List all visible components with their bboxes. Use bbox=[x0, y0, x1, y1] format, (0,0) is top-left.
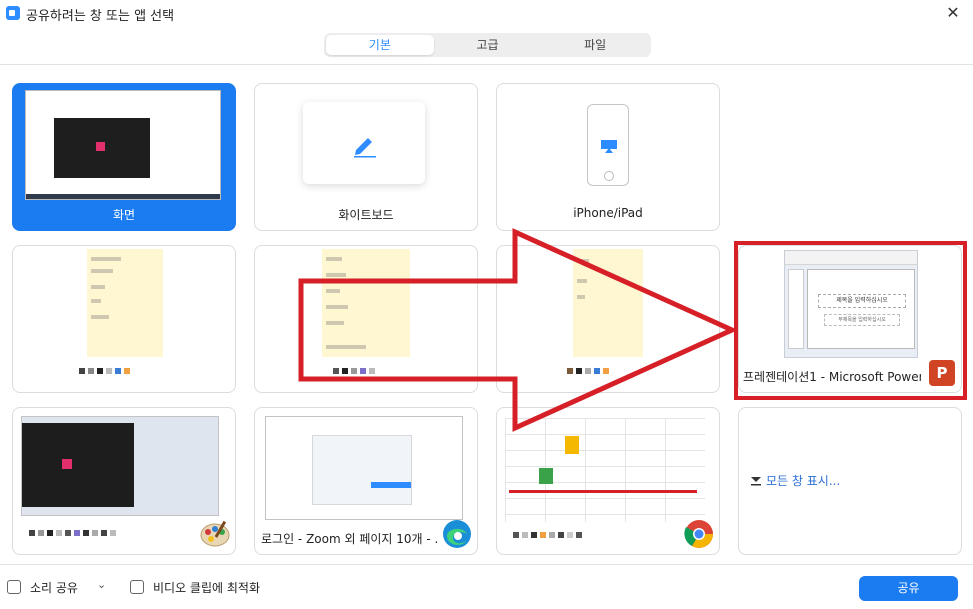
card-whiteboard-label: 화이트보드 bbox=[338, 208, 394, 222]
share-sound-checkbox[interactable] bbox=[7, 580, 21, 594]
blurred-line bbox=[326, 273, 346, 277]
sheet-red-line bbox=[509, 490, 697, 493]
blurred-line bbox=[326, 345, 366, 349]
paint-preview bbox=[21, 416, 219, 516]
paint-preview-dark bbox=[22, 423, 134, 507]
blurred-line bbox=[91, 269, 113, 273]
slide-subtitle-placeholder: 부제목을 입력하십시오 bbox=[824, 314, 900, 326]
airplay-icon bbox=[601, 140, 617, 153]
show-all-label: 모든 창 표시... bbox=[766, 474, 841, 488]
top-divider bbox=[0, 64, 973, 65]
blurred-title bbox=[333, 368, 375, 374]
screen-preview-taskbar bbox=[26, 194, 220, 199]
card-edge-label: 로그인 - Zoom 외 페이지 10개 - ... bbox=[261, 532, 437, 546]
blurred-line bbox=[577, 295, 585, 299]
edge-preview-button bbox=[371, 482, 411, 488]
card-window-edge[interactable]: 로그인 - Zoom 외 페이지 10개 - ... bbox=[254, 407, 478, 555]
blurred-line bbox=[326, 257, 342, 261]
blurred-line bbox=[577, 279, 587, 283]
share-button[interactable]: 공유 bbox=[859, 576, 958, 601]
doc-thumbnail-3 bbox=[573, 249, 643, 357]
window-title: 공유하려는 창 또는 앱 선택 bbox=[26, 9, 175, 24]
tab-advanced[interactable]: 고급 bbox=[434, 35, 542, 55]
screen-preview-avatar bbox=[96, 142, 105, 151]
share-tabs: 기본 고급 파일 bbox=[324, 33, 651, 57]
pencil-icon bbox=[354, 138, 376, 158]
card-window-doc-3[interactable] bbox=[496, 245, 720, 393]
spreadsheet-grid bbox=[505, 418, 705, 522]
card-powerpoint[interactable]: 제목을 입력하십시오 부제목을 입력하십시오 프레젠테이션1 - Microso… bbox=[738, 245, 962, 393]
powerpoint-preview: 제목을 입력하십시오 부제목을 입력하십시오 bbox=[784, 250, 918, 358]
card-whiteboard[interactable]: 화이트보드 bbox=[254, 83, 478, 231]
optimize-video-label: 비디오 클립에 최적화 bbox=[153, 581, 260, 595]
card-window-paint[interactable] bbox=[12, 407, 236, 555]
sheet-cell-yellow bbox=[565, 436, 579, 454]
slide-title-placeholder: 제목을 입력하십시오 bbox=[818, 294, 906, 308]
powerpoint-slide-panel bbox=[788, 269, 804, 349]
phone-icon bbox=[587, 104, 629, 186]
chevron-down-icon[interactable]: ⌄ bbox=[97, 578, 106, 591]
screen-preview-dark bbox=[54, 118, 150, 178]
expand-down-icon bbox=[751, 477, 761, 486]
powerpoint-slide: 제목을 입력하십시오 부제목을 입력하십시오 bbox=[807, 269, 915, 349]
chrome-preview bbox=[505, 418, 705, 522]
card-screen[interactable]: 화면 bbox=[12, 83, 236, 231]
blurred-line bbox=[577, 259, 589, 263]
blurred-line bbox=[326, 321, 344, 325]
powerpoint-icon: P bbox=[929, 360, 955, 386]
doc-thumbnail-1 bbox=[87, 249, 163, 357]
zoom-app-icon bbox=[6, 6, 20, 20]
doc-thumbnail-2 bbox=[322, 249, 410, 357]
edge-preview bbox=[265, 416, 463, 520]
share-sound-label: 소리 공유 bbox=[30, 581, 78, 595]
card-window-doc-1[interactable] bbox=[12, 245, 236, 393]
card-screen-label: 화면 bbox=[112, 208, 136, 222]
close-button[interactable]: ✕ bbox=[933, 0, 973, 26]
powerpoint-ribbon bbox=[785, 251, 917, 265]
tab-basic[interactable]: 기본 bbox=[326, 35, 434, 55]
chrome-icon bbox=[684, 520, 713, 548]
share-window: 공유하려는 창 또는 앱 선택 ✕ 기본 고급 파일 화면 화이트보드 iPho… bbox=[0, 0, 973, 609]
screen-preview bbox=[25, 90, 221, 200]
card-window-chrome[interactable] bbox=[496, 407, 720, 555]
blurred-line bbox=[91, 299, 101, 303]
tab-files[interactable]: 파일 bbox=[541, 35, 649, 55]
card-window-doc-2[interactable] bbox=[254, 245, 478, 393]
blurred-title bbox=[513, 532, 582, 538]
blurred-line bbox=[326, 305, 348, 309]
paint-icon bbox=[200, 520, 230, 547]
blurred-line bbox=[91, 257, 121, 261]
blurred-line bbox=[326, 289, 340, 293]
optimize-video-checkbox[interactable] bbox=[130, 580, 144, 594]
bottom-divider bbox=[0, 564, 973, 565]
blurred-title bbox=[79, 368, 130, 374]
card-powerpoint-label: 프레젠테이션1 - Microsoft Power... bbox=[743, 370, 921, 384]
paint-preview-avatar bbox=[62, 459, 72, 469]
blurred-line bbox=[91, 315, 109, 319]
card-iphone-label: iPhone/iPad bbox=[573, 206, 643, 220]
blurred-title bbox=[29, 530, 116, 536]
edge-preview-login bbox=[312, 435, 412, 505]
card-iphone[interactable]: iPhone/iPad bbox=[496, 83, 720, 231]
sheet-cell-green bbox=[539, 468, 553, 484]
title-bar: 공유하려는 창 또는 앱 선택 ✕ bbox=[0, 0, 973, 26]
show-all-windows-link[interactable]: 모든 창 표시... bbox=[750, 472, 840, 489]
whiteboard-tile bbox=[303, 102, 425, 184]
blurred-line bbox=[91, 285, 105, 289]
edge-icon bbox=[443, 520, 471, 548]
blurred-title bbox=[567, 368, 609, 374]
